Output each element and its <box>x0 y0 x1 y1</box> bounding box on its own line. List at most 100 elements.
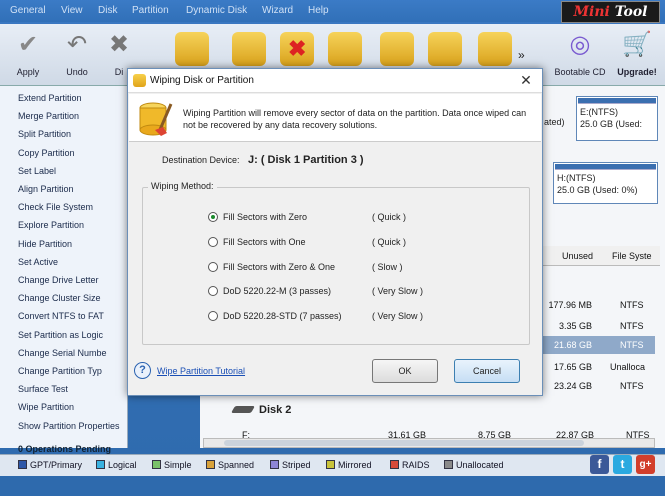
sidebar-item-label: Set Active <box>18 256 59 267</box>
scroll-thumb[interactable] <box>224 440 584 446</box>
sidebar-item[interactable]: Merge Partition <box>18 108 126 124</box>
sidebar-item[interactable]: Wipe Partition <box>18 399 126 415</box>
help-icon[interactable]: ? <box>134 362 151 379</box>
legend-label: RAIDS <box>402 460 430 470</box>
radio-button[interactable] <box>208 286 218 297</box>
dialog-app-icon <box>133 74 146 87</box>
operations-pending: 0 Operations Pending <box>18 444 112 454</box>
wipe-method-option[interactable]: Fill Sectors with Zero & One <box>208 260 335 274</box>
table-cell-fs: NTFS <box>620 300 644 310</box>
toolbar-more-button[interactable]: » <box>518 48 525 62</box>
sidebar-item[interactable]: Convert NTFS to FAT <box>18 308 126 324</box>
wipe-method-option[interactable]: Fill Sectors with One <box>208 235 306 249</box>
sidebar-item[interactable]: Show Partition Properties <box>18 418 126 434</box>
sidebar-item[interactable]: Align Partition <box>18 181 126 197</box>
cd-icon: ◎ <box>569 31 591 58</box>
sidebar-item[interactable]: Copy Partition <box>18 145 126 161</box>
radio-button[interactable] <box>208 212 218 222</box>
wiping-method-label: Wiping Method: <box>148 181 217 191</box>
radio-button[interactable] <box>208 236 218 247</box>
copy-partition-icon[interactable] <box>232 32 266 66</box>
undo-button[interactable]: ↶ Undo <box>55 28 99 77</box>
partition-icon[interactable] <box>175 32 209 66</box>
legend-item: Spanned <box>206 460 254 470</box>
wipe-method-option[interactable]: DoD 5220.22-M (3 passes) <box>208 284 331 298</box>
menu-wizard[interactable]: Wizard <box>262 5 293 16</box>
menu-partition[interactable]: Partition <box>132 5 169 16</box>
radio-button[interactable] <box>208 261 218 272</box>
menu-help[interactable]: Help <box>308 5 329 16</box>
legend-item: Simple <box>152 460 192 470</box>
apply-button[interactable]: ✔ Apply <box>6 28 50 77</box>
sidebar-item[interactable]: Surface Test <box>18 381 126 397</box>
cancel-button[interactable]: Cancel <box>454 359 520 383</box>
disk-2-label[interactable]: Disk 2 <box>259 404 291 416</box>
sidebar-item[interactable]: Change Serial Numbe <box>18 345 126 361</box>
option-label: Fill Sectors with Zero <box>223 212 308 222</box>
sidebar-item[interactable]: Change Drive Letter <box>18 272 126 288</box>
legend-swatch <box>444 460 453 469</box>
table-cell-fs: Unalloca <box>610 362 646 372</box>
legend-item: RAIDS <box>390 460 430 470</box>
edit-partition-icon[interactable] <box>328 32 362 66</box>
sidebar-item-label: Surface Test <box>18 384 68 395</box>
col-unused[interactable]: Unused <box>562 251 593 261</box>
legend-swatch <box>390 460 399 469</box>
diskmap-seg-1[interactable]: ated) <box>541 96 571 141</box>
wipe-method-option[interactable]: Fill Sectors with Zero <box>208 210 307 224</box>
menu-general[interactable]: General <box>10 5 46 16</box>
twitter-icon[interactable]: t <box>613 455 632 474</box>
delete-partition-icon[interactable]: ✖ <box>280 32 314 66</box>
legend-bar: GPT/Primary Logical Simple Spanned Striped Mi… <box>0 454 665 476</box>
explore-icon[interactable] <box>478 32 512 66</box>
sidebar-item-label: Align Partition <box>18 184 74 194</box>
col-file-system[interactable]: File Syste <box>612 251 652 261</box>
sidebar-item[interactable]: Check File System <box>18 199 126 215</box>
legend-item: Unallocated <box>444 460 504 470</box>
sidebar-item-label: Change Serial Numbe <box>18 347 107 358</box>
google-plus-icon[interactable]: g+ <box>636 455 655 474</box>
sidebar-item-label: Merge Partition <box>18 111 80 122</box>
option-label: DoD 5220.22-M (3 passes) <box>223 286 332 297</box>
menu-view[interactable]: View <box>61 5 83 16</box>
operations-sidebar: Extend Partition Merge Partition Split Par… <box>0 86 128 448</box>
option-speed: ( Slow ) <box>372 261 403 272</box>
ok-button[interactable]: OK <box>372 359 438 383</box>
disk-icon[interactable] <box>380 32 414 66</box>
sidebar-item[interactable]: Extend Partition <box>18 90 126 106</box>
wipe-method-option[interactable]: DoD 5220.28-STD (7 passes) <box>208 309 342 323</box>
sidebar-item-label: Show Partition Properties <box>18 420 120 431</box>
diskmap-seg-e[interactable]: E:(NTFS) 25.0 GB (Used: <box>576 96 658 141</box>
menu-disk[interactable]: Disk <box>98 5 117 16</box>
legend-swatch <box>96 460 105 469</box>
sidebar-item[interactable]: Change Cluster Size <box>18 290 126 306</box>
sidebar-item-label: Hide Partition <box>18 238 73 249</box>
sidebar-item[interactable]: Set Partition as Logic <box>18 327 126 343</box>
diskmap-seg-h[interactable]: H:(NTFS) 25.0 GB (Used: 0%) <box>553 162 658 204</box>
table-cell-fs: NTFS <box>620 381 644 391</box>
facebook-icon[interactable]: f <box>590 455 609 474</box>
sidebar-item[interactable]: Set Label <box>18 163 126 179</box>
upgrade-button[interactable]: 🛒 Upgrade! <box>610 28 664 77</box>
close-icon[interactable]: ✕ <box>518 72 534 89</box>
radio-button[interactable] <box>208 311 218 322</box>
option-speed: ( Quick ) <box>372 212 407 222</box>
bootable-cd-button[interactable]: ◎ Bootable CD <box>552 28 608 77</box>
wipe-partition-tutorial-link[interactable]: Wipe Partition Tutorial <box>157 366 245 376</box>
legend-swatch <box>18 460 27 469</box>
menu-dynamic-disk[interactable]: Dynamic Disk <box>186 5 247 16</box>
legend-label: Simple <box>164 460 192 470</box>
sidebar-item[interactable]: Split Partition <box>18 126 126 142</box>
sidebar-item[interactable]: Set Active <box>18 254 126 270</box>
dialog-title: Wiping Disk or Partition <box>150 75 254 86</box>
sidebar-item[interactable]: Explore Partition <box>18 217 126 233</box>
dialog-header: Wiping Partition will remove every secto… <box>129 94 541 142</box>
wipe-dialog: Wiping Disk or Partition ✕ Wiping Partit… <box>127 68 543 396</box>
option-speed: ( Very Slow ) <box>372 311 424 322</box>
sidebar-item[interactable]: Hide Partition <box>18 236 126 252</box>
properties-icon[interactable] <box>428 32 462 66</box>
sidebar-item[interactable]: Change Partition Typ <box>18 363 126 379</box>
table-cell-fs: NTFS <box>620 340 644 350</box>
sidebar-item-label: Set Label <box>18 165 57 176</box>
horizontal-scrollbar[interactable] <box>203 438 655 448</box>
